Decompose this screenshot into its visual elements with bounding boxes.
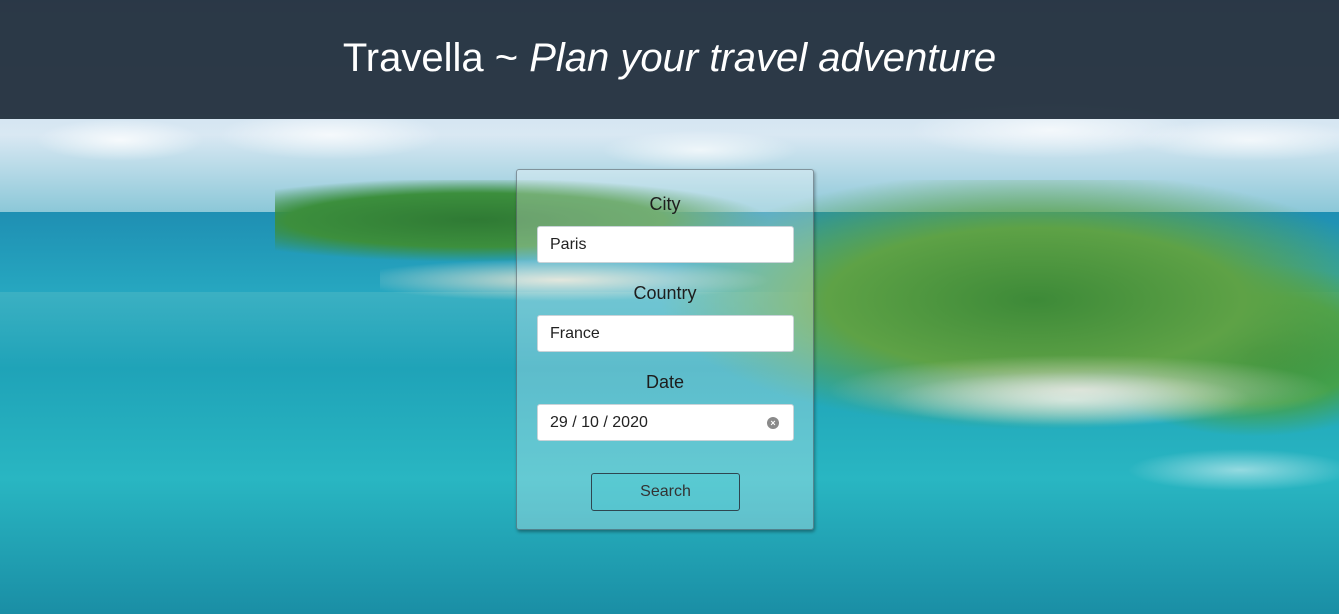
country-label: Country <box>633 283 697 303</box>
clear-circle-icon[interactable]: × <box>767 416 779 429</box>
page: Travella ~ Plan your travel adventure Ci… <box>0 0 1339 614</box>
search-form: City Paris Country France Date 29 / 10 /… <box>516 169 814 530</box>
country-input[interactable]: France <box>537 315 794 352</box>
date-value: 29 / 10 / 2020 <box>550 413 648 431</box>
search-button[interactable]: Search <box>591 473 740 511</box>
tagline: Plan your travel adventure <box>529 36 997 80</box>
country-value: France <box>550 324 600 342</box>
site-header: Travella ~ Plan your travel adventure <box>0 0 1339 119</box>
date-input[interactable]: 29 / 10 / 2020 × <box>537 404 794 441</box>
city-label: City <box>649 194 681 214</box>
city-value: Paris <box>550 235 587 253</box>
date-label: Date <box>645 372 685 392</box>
city-input[interactable]: Paris <box>537 226 794 263</box>
site-title: Travella ~ Plan your travel adventure <box>343 36 996 81</box>
surf-foam <box>820 340 1339 520</box>
brand-name: Travella ~ <box>342 36 530 80</box>
